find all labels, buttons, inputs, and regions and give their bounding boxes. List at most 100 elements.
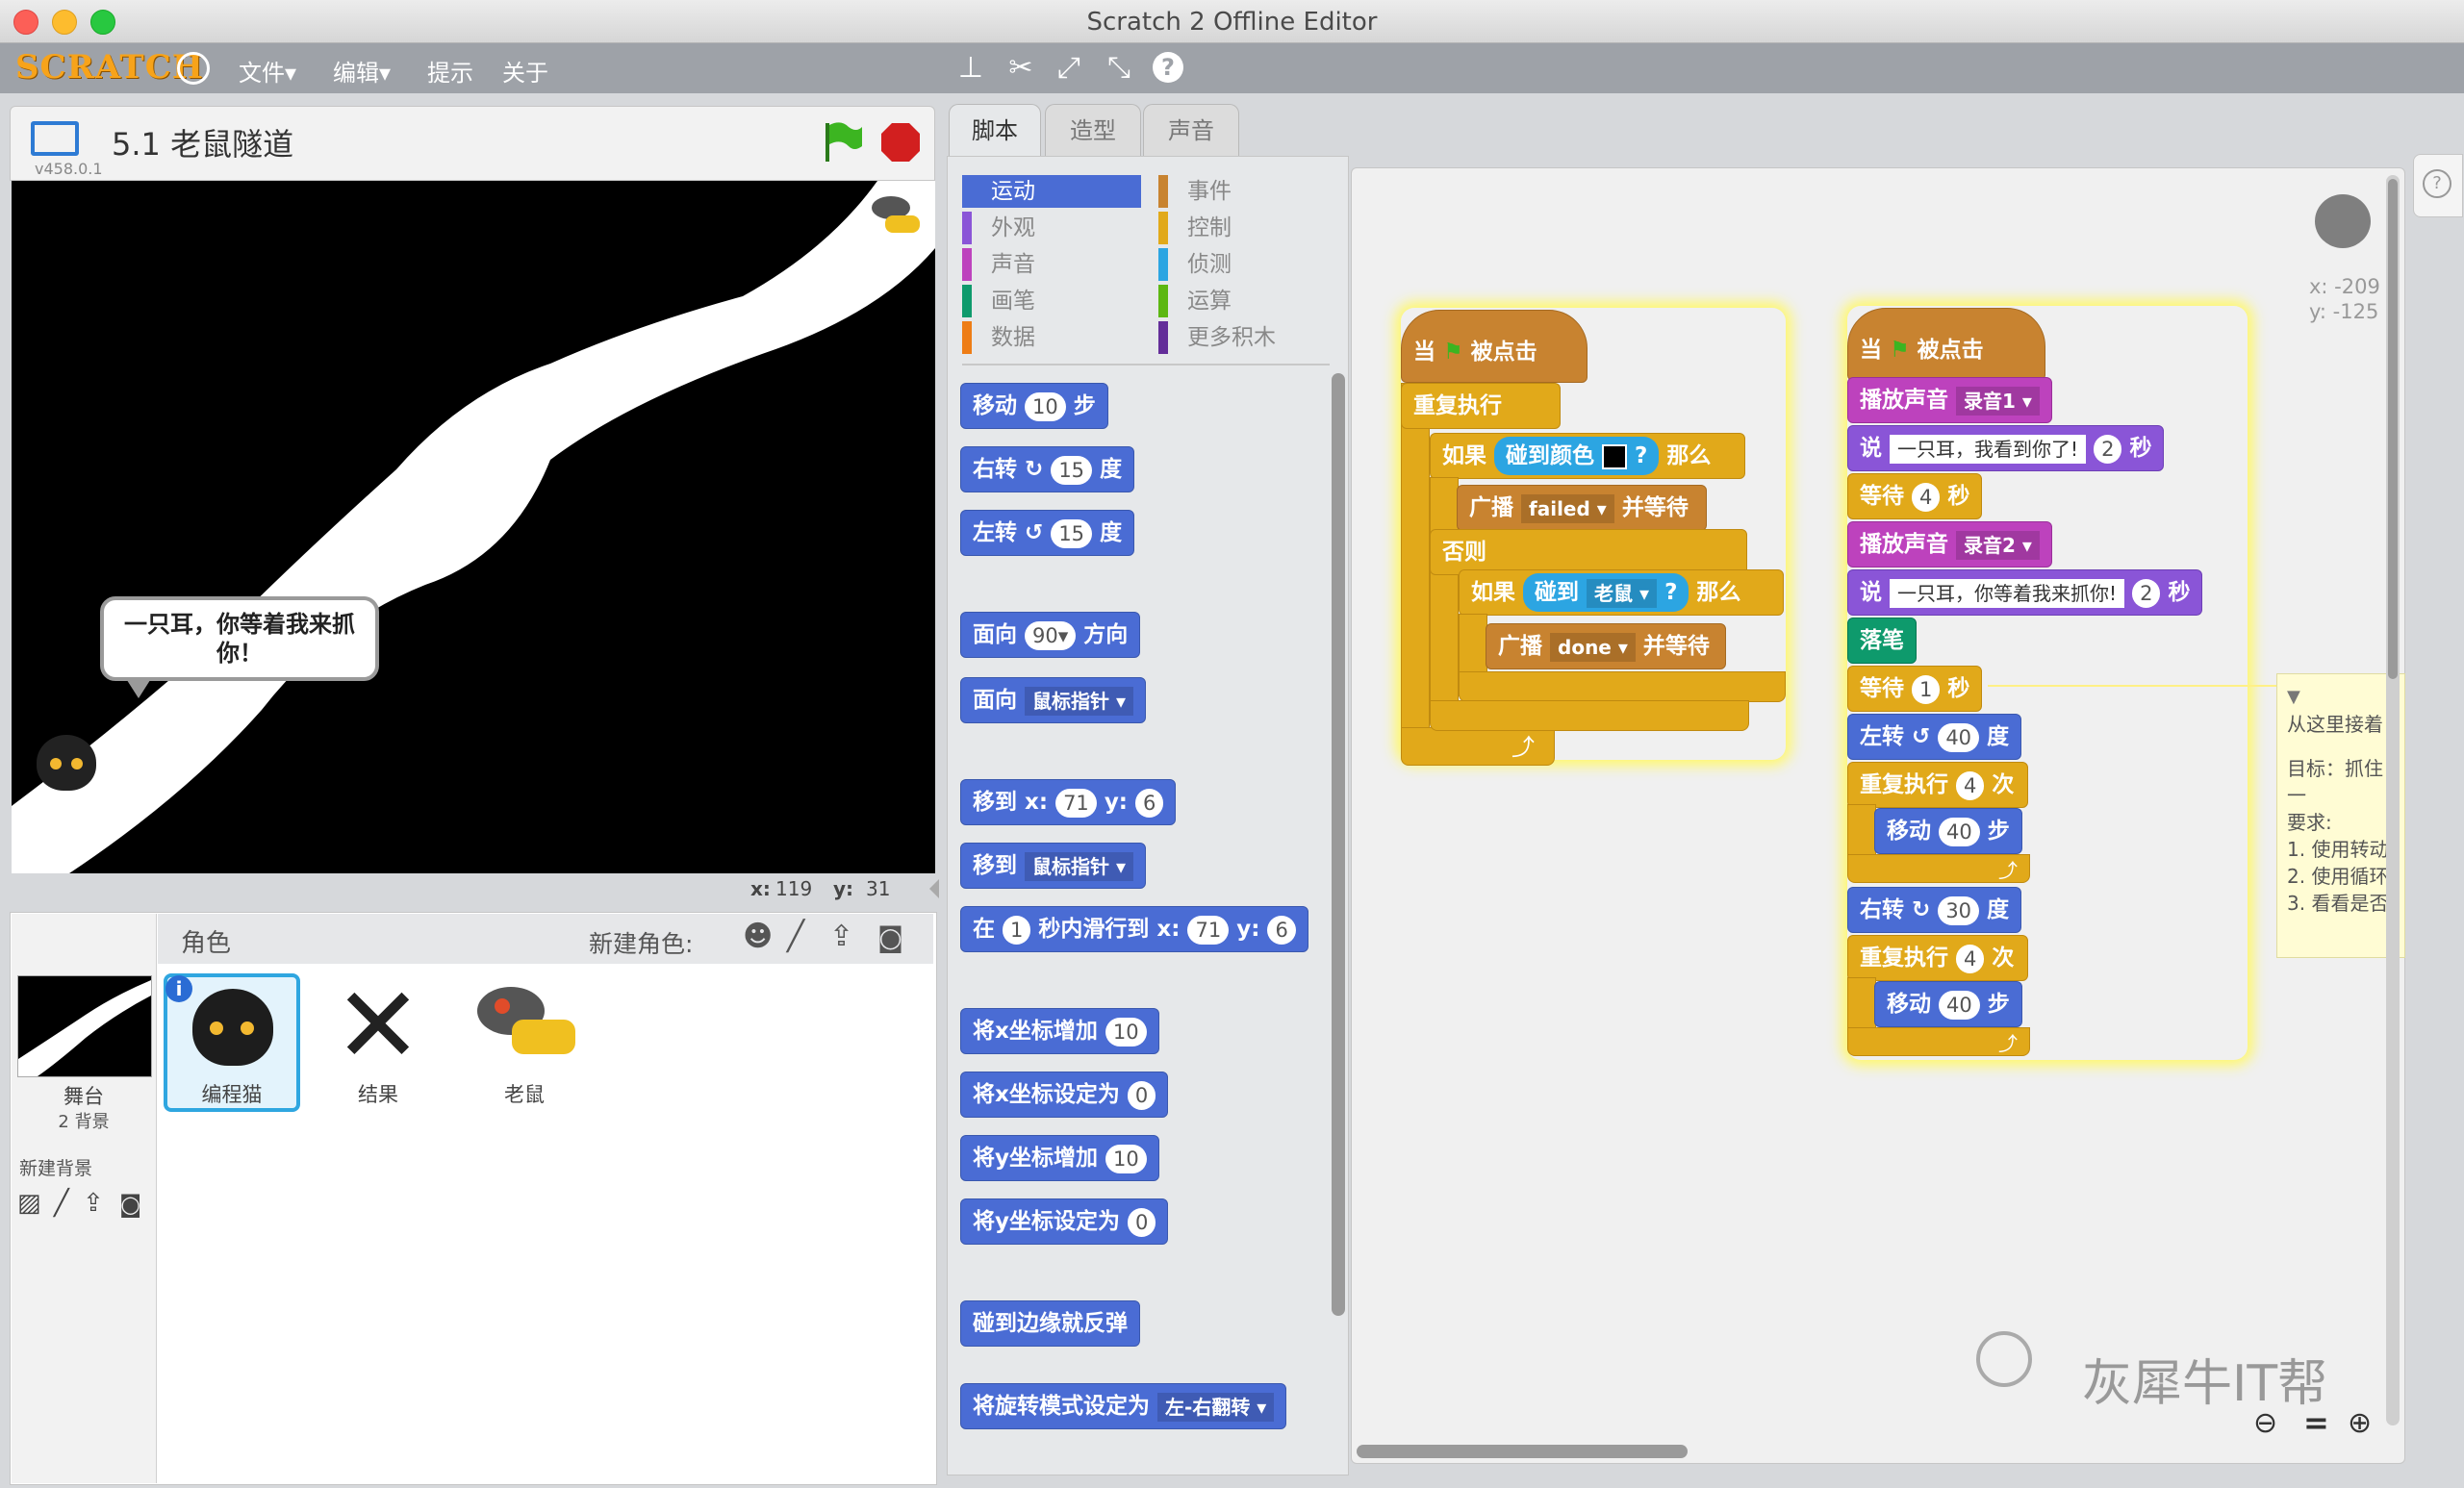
block-input[interactable]: 6 [1267,915,1296,945]
block-when-flag-clicked-2[interactable]: 当 ⚑ 被点击 [1847,308,2045,381]
palette-scrollbar[interactable] [1332,373,1345,1316]
stage-canvas[interactable]: 一只耳，你等着我来抓你！ [12,181,935,873]
block-input[interactable]: 2 [2132,578,2161,608]
block-change-x[interactable]: 将x坐标增加 10 [960,1008,1159,1054]
sprite-from-library-icon[interactable]: ☻ [743,920,773,953]
block-change-y[interactable]: 将y坐标增加 10 [960,1135,1159,1181]
block-input[interactable]: 0 [1127,1080,1156,1110]
block-move-40-a[interactable]: 移动 40 步 [1874,808,2022,854]
cat-sprite-on-stage[interactable] [33,729,100,796]
block-input[interactable]: 4 [1956,944,1985,973]
block-turn-left-40[interactable]: 左转 ↺ 40 度 [1847,714,2022,760]
backdrop-library-icon[interactable]: ▨ [17,1189,41,1218]
block-go-to-xy[interactable]: 移到 x: 71 y: 6 [960,779,1177,825]
category-pen[interactable]: 画笔 [962,285,1141,317]
block-bounce[interactable]: 碰到边缘就反弹 [960,1300,1140,1347]
menu-tips[interactable]: 提示 [427,54,473,88]
block-input[interactable]: 一只耳，我看到你了! [1890,434,2087,464]
block-move-40-b[interactable]: 移动 40 步 [1874,981,2022,1027]
block-repeat-4-b[interactable]: 重复执行 4 次 [1847,935,2028,981]
help-icon[interactable]: ? [1153,52,1183,83]
block-pen-down[interactable]: 落笔 [1847,618,1917,664]
block-rotation-style[interactable]: 将旋转模式设定为 左-右翻转 ▾ [960,1383,1287,1429]
paint-new-sprite-icon[interactable]: ╱ [787,920,804,953]
zoom-reset-icon[interactable]: = [2303,1404,2329,1441]
block-input[interactable]: 40 [1938,722,1980,752]
category-sensing[interactable]: 侦测 [1158,248,1337,281]
category-more-blocks[interactable]: 更多积木 [1158,321,1337,354]
shrink-icon[interactable]: ⤡ [1103,52,1135,85]
block-input[interactable]: 30 [1938,895,1980,925]
block-dropdown[interactable]: failed ▾ [1521,493,1614,523]
sensing-touching-color[interactable]: 碰到颜色 ? [1494,437,1660,475]
block-turn-left[interactable]: 左转 ↺ 15 度 [960,510,1135,556]
block-dropdown[interactable]: 录音1 ▾ [1956,386,2040,416]
block-input[interactable]: 1 [1003,915,1031,945]
block-input[interactable]: 4 [1956,770,1985,800]
block-input[interactable]: 4 [1912,482,1941,512]
block-input[interactable]: 1 [1912,674,1941,704]
block-input[interactable]: 15 [1051,518,1093,548]
collapse-stage-arrow-icon[interactable] [929,879,939,898]
project-title[interactable]: 5.1 老鼠隧道 [112,120,293,164]
collapse-note-icon[interactable]: ▼ [2287,684,2395,711]
category-data[interactable]: 数据 [962,321,1141,354]
block-turn-right[interactable]: 右转 ↻ 15 度 [960,446,1135,492]
block-input[interactable]: 10 [1105,1144,1147,1173]
block-broadcast-done[interactable]: 广播 done ▾ 并等待 [1486,623,1726,669]
category-operators[interactable]: 运算 [1158,285,1337,317]
block-glide[interactable]: 在 1 秒内滑行到 x: 71 y: 6 [960,906,1308,952]
block-go-to[interactable]: 移到 鼠标指针 ▾ [960,843,1147,889]
menu-about[interactable]: 关于 [502,54,548,88]
block-set-y[interactable]: 将y坐标设定为 0 [960,1198,1169,1245]
upload-backdrop-icon[interactable]: ⇪ [83,1189,104,1218]
block-if-touching-mouse[interactable]: 如果 碰到 老鼠 ▾ ? 那么 [1459,569,1784,616]
block-point-direction[interactable]: 面向 90▾ 方向 [960,612,1141,658]
block-input[interactable]: 15 [1051,455,1093,485]
tab-sounds[interactable]: 声音 [1143,104,1239,157]
stage-thumbnail[interactable] [17,975,152,1077]
block-dropdown[interactable]: 录音2 ▾ [1956,530,2040,560]
sprite-tile-result[interactable]: ✕ 结果 [310,972,446,1112]
sprite-info-icon[interactable]: i [165,975,192,1002]
block-input[interactable]: 2 [2094,434,2122,464]
block-dropdown[interactable]: 鼠标指针 ▾ [1025,851,1134,881]
block-input[interactable]: 71 [1055,788,1097,818]
camera-backdrop-icon[interactable]: ◙ [119,1191,141,1218]
upload-sprite-icon[interactable]: ⇪ [829,920,853,953]
block-turn-right-30[interactable]: 右转 ↻ 30 度 [1847,887,2022,933]
block-input[interactable]: 6 [1135,788,1164,818]
block-repeat-4-a[interactable]: 重复执行 4 次 [1847,762,2028,808]
block-move-steps[interactable]: 移动 10 步 [960,383,1108,429]
color-swatch[interactable] [1602,443,1628,469]
category-control[interactable]: 控制 [1158,212,1337,244]
category-events[interactable]: 事件 [1158,175,1337,208]
scratch-logo[interactable]: SCRATCH [15,48,204,87]
block-wait-4[interactable]: 等待 4 秒 [1847,473,1983,519]
block-broadcast-failed[interactable]: 广播 failed ▾ 并等待 [1457,485,1707,531]
sprite-tile-mouse[interactable]: 老鼠 [456,973,593,1112]
camera-sprite-icon[interactable]: ◙ [877,921,903,953]
category-looks[interactable]: 外观 [962,212,1141,244]
block-input[interactable]: 90▾ [1025,620,1077,650]
block-input[interactable]: 71 [1187,915,1230,945]
block-dropdown[interactable]: done ▾ [1550,632,1636,662]
scripts-horizontal-scrollbar[interactable] [1357,1445,1688,1458]
block-wait-1[interactable]: 等待 1 秒 [1847,666,1983,712]
duplicate-stamp-icon[interactable]: ⊥ [954,52,987,85]
block-input[interactable]: 0 [1128,1207,1156,1237]
tab-scripts[interactable]: 脚本 [949,104,1041,157]
green-flag-icon[interactable] [820,119,864,164]
mouse-sprite-on-stage[interactable] [858,187,926,240]
block-dropdown[interactable]: 老鼠 ▾ [1587,578,1658,608]
block-say-1[interactable]: 说 一只耳，我看到你了! 2 秒 [1847,425,2165,471]
block-input[interactable]: 10 [1025,391,1066,421]
block-forever[interactable]: 重复执行 [1401,383,1561,429]
block-dropdown[interactable]: 左-右翻转 ▾ [1157,1392,1275,1422]
block-point-towards[interactable]: 面向 鼠标指针 ▾ [960,677,1147,723]
paint-backdrop-icon[interactable]: ╱ [54,1189,69,1218]
block-dropdown[interactable]: 鼠标指针 ▾ [1025,686,1134,716]
stop-sign-icon[interactable] [879,121,922,164]
language-globe-icon[interactable] [177,52,210,85]
sprite-tile-cat[interactable]: i 编程猫 [164,973,300,1112]
